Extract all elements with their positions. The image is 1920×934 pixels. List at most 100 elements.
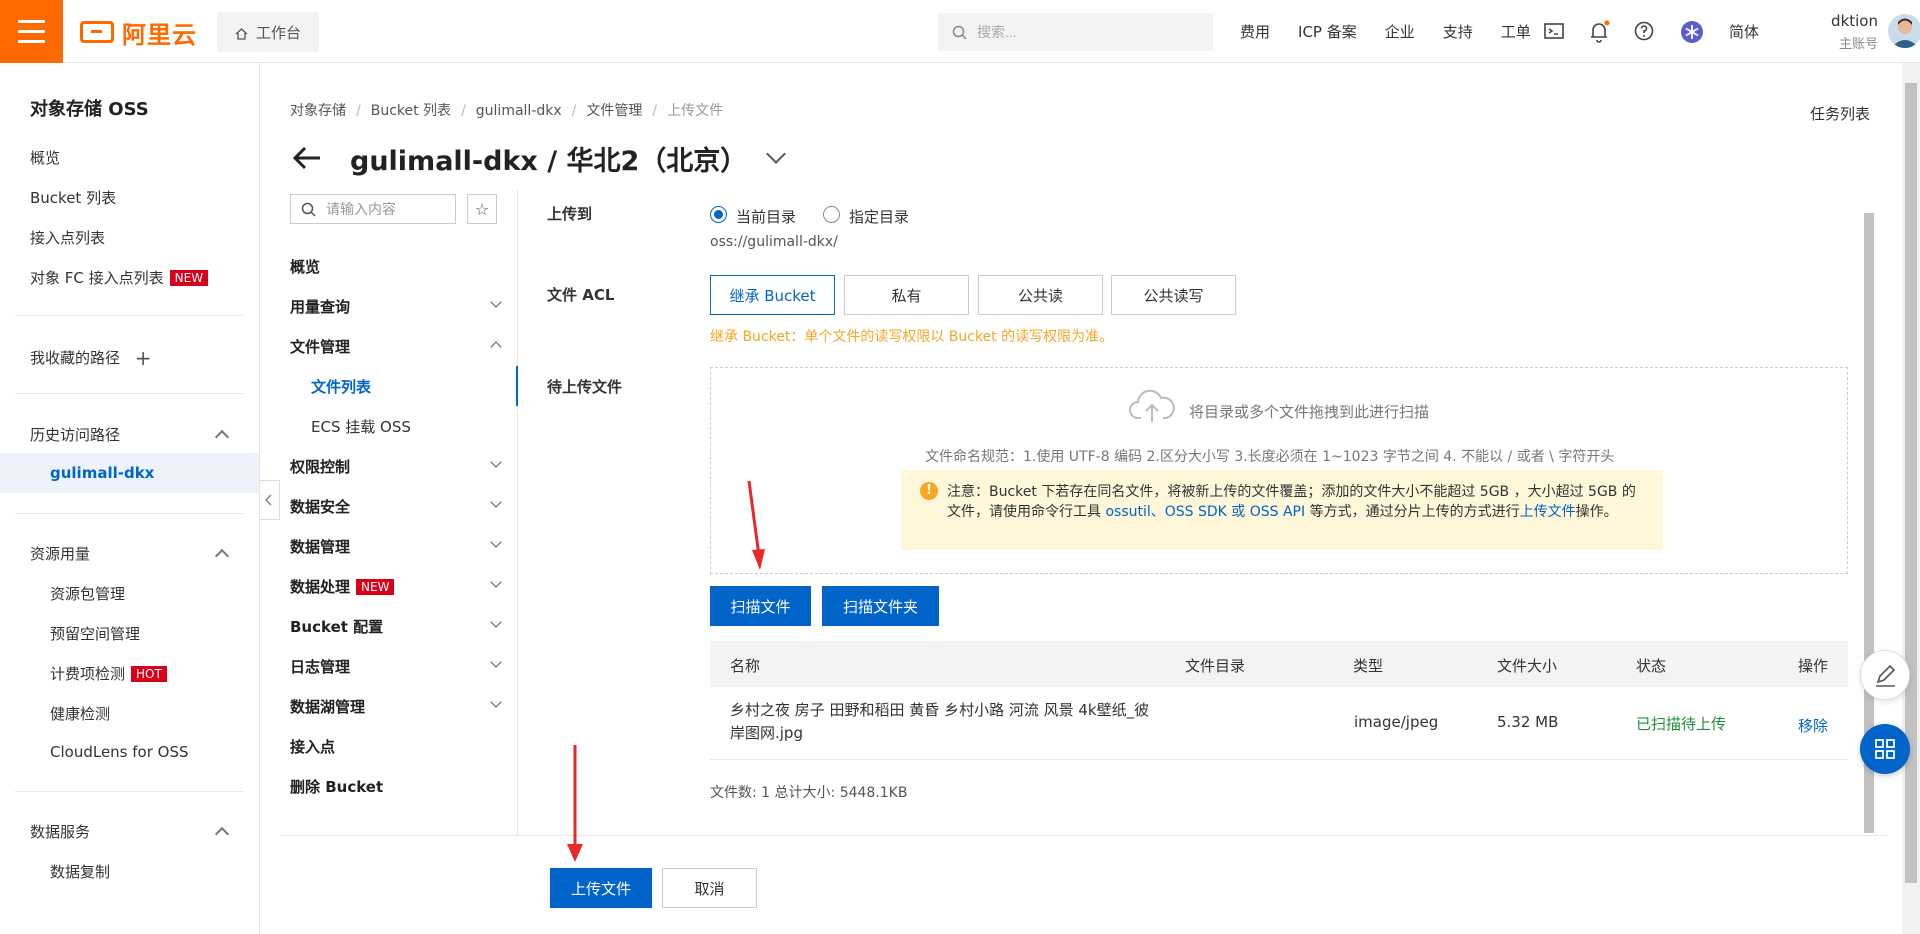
annotation-arrow-icon — [567, 745, 583, 862]
sidebar-item-data-replication[interactable]: 数据复制 — [50, 861, 110, 882]
acl-public-read-button[interactable]: 公共读 — [978, 275, 1103, 315]
sidebar-item-health-check[interactable]: 健康检测 — [50, 703, 110, 724]
dropzone-hint: 将目录或多个文件拖拽到此进行扫描 — [1189, 403, 1430, 421]
warning-text: 注意：Bucket 下若存在同名文件，将被新上传的文件覆盖；添加的文件大小不能超… — [947, 482, 1647, 522]
subnav-data-security[interactable]: 数据安全 — [290, 496, 350, 517]
back-arrow-icon[interactable] — [290, 143, 324, 173]
subnav-delete-bucket[interactable]: 删除 Bucket — [290, 776, 383, 797]
radio-current-dir-label[interactable]: 当前目录 — [736, 206, 796, 227]
sidebar-collapse-button[interactable] — [260, 480, 280, 520]
terminal-icon[interactable] — [1543, 20, 1567, 44]
subnav-file-list[interactable]: 文件列表 — [311, 376, 371, 397]
sidebar-item-resource-pack[interactable]: 资源包管理 — [50, 583, 125, 604]
sidebar-item-label: 计费项检测 — [50, 665, 126, 683]
subnav-access-point[interactable]: 接入点 — [290, 736, 335, 757]
radio-specified-dir-label[interactable]: 指定目录 — [849, 206, 909, 227]
menu-icon[interactable] — [0, 0, 63, 63]
feedback-edit-button[interactable] — [1860, 650, 1910, 700]
chevron-down-icon[interactable] — [490, 656, 502, 668]
remove-file-link[interactable]: 移除 — [1798, 715, 1828, 736]
global-search[interactable] — [938, 13, 1213, 51]
apps-button[interactable] — [1860, 724, 1910, 774]
aliyun-logo[interactable]: 阿里云 — [80, 18, 197, 49]
search-input[interactable] — [977, 24, 1177, 40]
chevron-down-icon[interactable] — [490, 696, 502, 708]
favorites-label: 我收藏的路径 — [30, 349, 121, 367]
nav-ticket[interactable]: 工单 — [1501, 21, 1531, 42]
breadcrumb-bucket[interactable]: gulimall-dkx — [476, 103, 562, 119]
radio-current-dir[interactable] — [710, 206, 727, 223]
warning-box: ! 注意：Bucket 下若存在同名文件，将被新上传的文件覆盖；添加的文件大小不… — [901, 470, 1663, 550]
chevron-down-icon[interactable] — [490, 576, 502, 588]
sidebar-item-fc-access-points[interactable]: 对象 FC 接入点列表 NEW — [30, 267, 209, 288]
task-list-link[interactable]: 任务列表 — [1810, 103, 1870, 124]
sidebar-item-overview[interactable]: 概览 — [30, 147, 60, 168]
cancel-button[interactable]: 取消 — [662, 868, 757, 908]
scan-files-button[interactable]: 扫描文件 — [710, 586, 811, 626]
nav-support[interactable]: 支持 — [1443, 21, 1473, 42]
logo-text: 阿里云 — [122, 20, 197, 49]
subnav-data-processing[interactable]: 数据处理 NEW — [290, 576, 395, 597]
chevron-up-icon[interactable] — [214, 429, 230, 445]
nav-billing[interactable]: 费用 — [1240, 21, 1270, 42]
page-header: gulimall-dkx / 华北2（北京） — [290, 138, 787, 178]
user-info[interactable]: dktion 主账号 — [1820, 12, 1878, 52]
subnav-permissions[interactable]: 权限控制 — [290, 456, 350, 477]
sidebar-item-billing-check[interactable]: 计费项检测 HOT — [50, 663, 167, 684]
chevron-up-icon[interactable] — [214, 826, 230, 842]
acl-public-read-write-button[interactable]: 公共读写 — [1111, 275, 1236, 315]
upload-file-button[interactable]: 上传文件 — [550, 868, 652, 908]
scan-folder-button[interactable]: 扫描文件夹 — [822, 586, 939, 626]
sidebar-item-access-points[interactable]: 接入点列表 — [30, 227, 105, 248]
sidebar-item-favorites[interactable]: 我收藏的路径 + — [30, 346, 152, 370]
chevron-down-icon[interactable] — [766, 144, 787, 164]
breadcrumb-file-management[interactable]: 文件管理 — [586, 103, 642, 119]
top-nav: 费用 ICP 备案 企业 支持 工单 — [1240, 0, 1559, 63]
subnav-ecs-mount[interactable]: ECS 挂载 OSS — [311, 416, 411, 437]
subnav-log-management[interactable]: 日志管理 — [290, 656, 350, 677]
radio-specified-dir[interactable] — [823, 206, 840, 223]
chevron-up-icon[interactable] — [490, 341, 502, 353]
file-dropzone[interactable]: 将目录或多个文件拖拽到此进行扫描 文件命名规范：1.使用 UTF-8 编码 2.… — [710, 367, 1848, 574]
subnav-data-management[interactable]: 数据管理 — [290, 536, 350, 557]
workbench-button[interactable]: 工作台 — [217, 12, 319, 52]
chevron-up-icon[interactable] — [214, 548, 230, 564]
home-icon — [235, 26, 248, 40]
plus-icon[interactable]: + — [135, 346, 152, 370]
breadcrumb-bucket-list[interactable]: Bucket 列表 — [371, 103, 451, 119]
subnav-usage[interactable]: 用量查询 — [290, 296, 350, 317]
data-service-section-title[interactable]: 数据服务 — [30, 821, 90, 842]
sidebar-item-bucket-list[interactable]: Bucket 列表 — [30, 187, 116, 208]
nav-enterprise[interactable]: 企业 — [1385, 21, 1415, 42]
acl-private-button[interactable]: 私有 — [844, 275, 969, 315]
chevron-down-icon[interactable] — [490, 616, 502, 628]
chevron-down-icon[interactable] — [490, 296, 502, 308]
help-icon[interactable] — [1633, 20, 1657, 44]
history-item-gulimall-dkx[interactable]: gulimall-dkx — [50, 464, 154, 482]
page-scrollbar[interactable] — [1902, 63, 1920, 934]
sidebar-item-cloudlens[interactable]: CloudLens for OSS — [50, 743, 189, 761]
subnav-search[interactable] — [290, 194, 456, 224]
nav-icp[interactable]: ICP 备案 — [1298, 21, 1357, 42]
chevron-down-icon[interactable] — [490, 496, 502, 508]
subnav-file-management[interactable]: 文件管理 — [290, 336, 350, 357]
multipart-upload-link[interactable]: 上传文件 — [1520, 504, 1576, 520]
bell-icon[interactable] — [1588, 20, 1612, 44]
resource-section-title[interactable]: 资源用量 — [30, 543, 90, 564]
subnav-data-lake[interactable]: 数据湖管理 — [290, 696, 365, 717]
star-icon[interactable]: ☆ — [467, 194, 497, 224]
chevron-down-icon[interactable] — [490, 536, 502, 548]
subnav-search-input[interactable] — [326, 201, 446, 217]
sdk-tools-link[interactable]: ossutil、OSS SDK 或 OSS API — [1105, 504, 1305, 520]
breadcrumb-oss[interactable]: 对象存储 — [290, 103, 346, 119]
acl-inherit-button[interactable]: 继承 Bucket — [710, 275, 835, 315]
avatar[interactable] — [1888, 14, 1920, 48]
ai-assistant-icon[interactable] — [1680, 20, 1704, 44]
chevron-down-icon[interactable] — [490, 456, 502, 468]
subnav-overview[interactable]: 概览 — [290, 256, 320, 277]
language-switch[interactable]: 简体 — [1729, 21, 1759, 42]
history-section-title[interactable]: 历史访问路径 — [30, 424, 120, 445]
annotation-arrow-icon — [747, 480, 765, 570]
subnav-bucket-config[interactable]: Bucket 配置 — [290, 616, 383, 637]
sidebar-item-reserved-space[interactable]: 预留空间管理 — [50, 623, 140, 644]
